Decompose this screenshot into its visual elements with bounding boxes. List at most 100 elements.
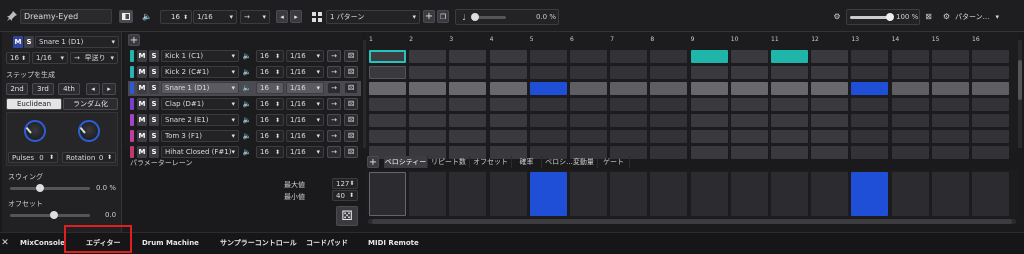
add-lane-button[interactable]: + — [367, 156, 379, 168]
step-cell[interactable] — [931, 50, 969, 63]
show-left-panel-button[interactable] — [119, 10, 133, 23]
step-cell[interactable] — [650, 66, 688, 79]
step-cell[interactable] — [409, 98, 447, 111]
step-cell[interactable] — [811, 66, 849, 79]
stepper-icon[interactable]: ⬍ — [21, 55, 26, 62]
direction-button[interactable]: → — [327, 146, 341, 158]
mute-button[interactable]: M — [137, 98, 147, 110]
left-swing-slider[interactable] — [10, 187, 90, 190]
stepper-icon[interactable]: ⬍ — [275, 117, 280, 124]
step-cell[interactable] — [610, 82, 648, 95]
resolution-select[interactable]: 1/16 ▾ — [286, 50, 324, 62]
dice-icon[interactable]: ⚄ — [344, 146, 358, 158]
step-cell[interactable] — [931, 114, 969, 127]
swing-slider-knob[interactable] — [471, 13, 479, 21]
left-swing-knob[interactable] — [36, 184, 44, 192]
solo-button[interactable]: S — [149, 146, 159, 158]
step-cell[interactable] — [771, 66, 808, 79]
step-cell[interactable] — [931, 146, 969, 159]
pattern-select[interactable]: 1 パターン ▾ — [326, 10, 420, 24]
param-tab[interactable]: ベロシ...変動量 — [542, 156, 598, 168]
grid-scrollbar-thumb[interactable] — [1018, 60, 1022, 100]
pulses-field[interactable]: Pulses 0 ⬍ — [8, 152, 58, 163]
speaker-icon[interactable]: 🔈 — [241, 66, 253, 78]
step-cell[interactable] — [409, 50, 447, 63]
stepper-icon[interactable]: ⬍ — [349, 192, 354, 199]
step-cell[interactable] — [891, 114, 929, 127]
step-cell[interactable] — [610, 114, 648, 127]
stepper-icon[interactable]: ⬍ — [275, 101, 280, 108]
step-cell[interactable] — [891, 82, 929, 95]
step-cell[interactable] — [650, 130, 688, 143]
param-tab[interactable]: リピート数 — [428, 156, 470, 168]
param-tab[interactable]: ゲート — [598, 156, 630, 168]
pattern-menu-select[interactable]: パターン... ▾ — [952, 10, 1002, 24]
step-cell[interactable] — [730, 66, 768, 79]
step-count-field[interactable]: 16 ⬍ — [256, 130, 284, 142]
bottom-tab[interactable]: MixConsole — [20, 236, 65, 250]
step-cell[interactable] — [449, 130, 487, 143]
step-cell[interactable] — [570, 98, 607, 111]
shift-left-small-button[interactable]: ◂ — [86, 83, 100, 95]
step-cell[interactable] — [489, 50, 527, 63]
step-cell[interactable] — [811, 82, 849, 95]
direction-button[interactable]: → — [327, 114, 341, 126]
step-cell[interactable] — [610, 98, 648, 111]
velocity-bar[interactable] — [811, 172, 849, 216]
dice-button[interactable]: ⚄ — [336, 206, 358, 226]
velocity-bar[interactable] — [650, 172, 688, 216]
resolution-select[interactable]: 1/16 ▾ — [286, 146, 324, 158]
solo-button[interactable]: S — [149, 50, 159, 62]
step-cell[interactable] — [650, 50, 688, 63]
step-cell[interactable] — [690, 82, 728, 95]
step-cell[interactable] — [730, 114, 768, 127]
step-cell[interactable] — [409, 66, 447, 79]
step-cell[interactable] — [529, 50, 567, 63]
velocity-bar[interactable] — [369, 172, 406, 216]
step-cell[interactable] — [409, 114, 447, 127]
randomize-tab[interactable]: ランダム化 — [63, 98, 118, 110]
solo-button[interactable]: S — [149, 98, 159, 110]
stepper-icon[interactable]: ⬍ — [49, 154, 54, 161]
pin-icon[interactable] — [6, 10, 18, 22]
step-cell[interactable] — [931, 66, 969, 79]
left-direction-select[interactable]: → 早送り ▾ — [70, 52, 118, 64]
pad-name-field[interactable]: Kick 1 (C1) ▾ — [161, 50, 239, 62]
step-cell[interactable] — [771, 50, 808, 63]
step-cell[interactable] — [449, 114, 487, 127]
selected-pad-select[interactable]: Snare 1 (D1) ▾ — [35, 36, 119, 48]
rotation-field[interactable]: Rotation 0 ⬍ — [62, 152, 116, 163]
param-tab[interactable]: 確率 — [512, 156, 542, 168]
step-cell[interactable] — [851, 82, 889, 95]
quick-4th-button[interactable]: 4th — [58, 83, 80, 95]
step-count-field[interactable]: 16 ⬍ — [256, 114, 284, 126]
step-count-field[interactable]: 16 ⬍ — [256, 146, 284, 158]
step-cell[interactable] — [570, 66, 607, 79]
pad-name-field[interactable]: Snare 1 (D1) ▾ — [161, 82, 239, 94]
lane-hscrollbar-thumb[interactable] — [372, 219, 1012, 224]
step-cell[interactable] — [851, 130, 889, 143]
step-cell[interactable] — [730, 146, 768, 159]
direction-button[interactable]: → — [327, 50, 341, 62]
bottom-tab[interactable]: サンプラーコントロール — [220, 236, 297, 250]
step-cell[interactable] — [931, 82, 969, 95]
step-cell[interactable] — [972, 146, 1009, 159]
shift-left-button[interactable]: ◂ — [276, 10, 288, 23]
solo-button[interactable]: S — [149, 114, 159, 126]
grid-toggle-icon[interactable]: ⊠ — [922, 10, 935, 23]
speaker-icon[interactable]: 🔈 — [241, 114, 253, 126]
step-cell[interactable] — [851, 146, 889, 159]
lane-hscrollbar[interactable] — [368, 219, 1016, 224]
step-cell[interactable] — [610, 66, 648, 79]
stepper-icon[interactable]: ⬍ — [183, 14, 188, 21]
min-value-field[interactable]: 40 ⬍ — [332, 190, 358, 201]
step-cell[interactable] — [972, 66, 1009, 79]
dice-icon[interactable]: ⚄ — [344, 98, 358, 110]
pad-name-field[interactable]: Snare 2 (E1) ▾ — [161, 114, 239, 126]
step-count-field[interactable]: 16 ⬍ — [256, 82, 284, 94]
mute-button[interactable]: M — [137, 114, 147, 126]
step-cell[interactable] — [369, 98, 406, 111]
step-cell[interactable] — [650, 146, 688, 159]
step-cell[interactable] — [811, 130, 849, 143]
resolution-select[interactable]: 1/16 ▾ — [286, 114, 324, 126]
